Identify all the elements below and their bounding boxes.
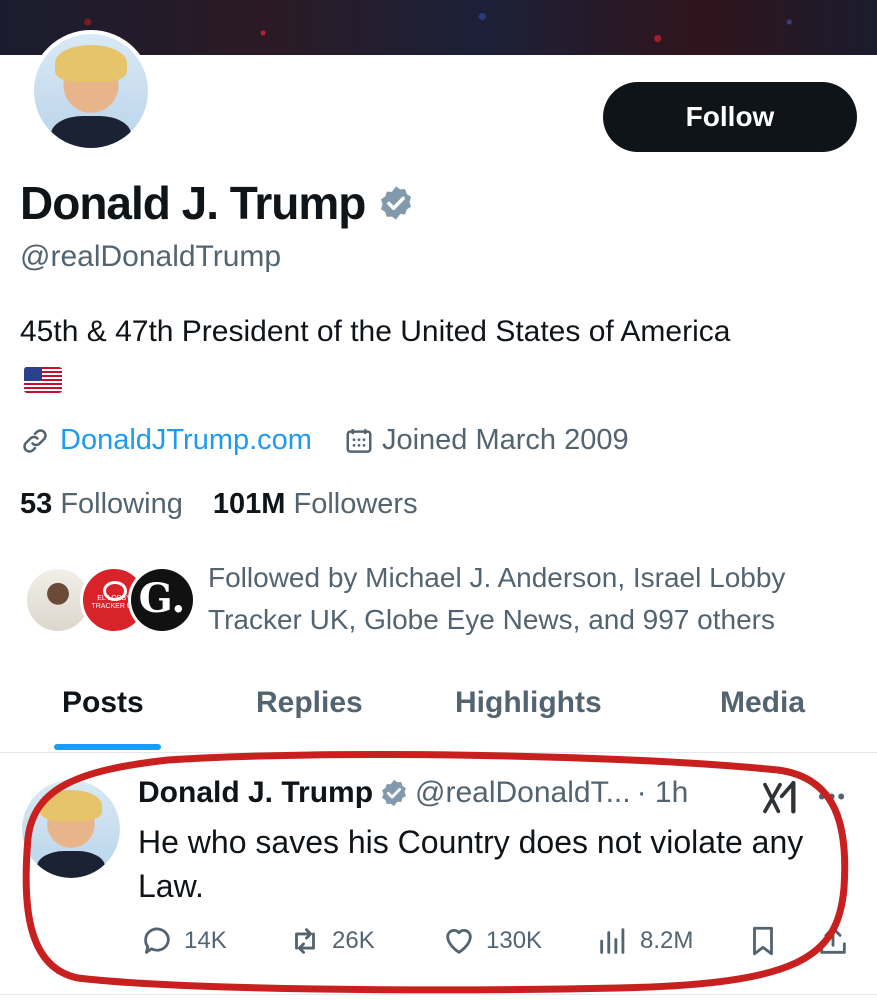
followers-label: Followers — [293, 488, 418, 520]
link-icon — [23, 428, 47, 453]
profile-bio: 45th & 47th President of the United Stat… — [20, 315, 731, 348]
profile-avatar[interactable] — [30, 30, 152, 152]
follower-avatar-3-letter: G. — [131, 569, 193, 631]
profile-website-link[interactable]: DonaldJTrump.com — [60, 424, 312, 457]
followers-count: 101M — [212, 488, 286, 520]
profile-handle: @realDonaldTrump — [20, 240, 282, 273]
follower-avatar-3: G. — [128, 566, 196, 634]
tab-highlights[interactable]: Highlights — [455, 686, 602, 720]
profile-avatar-image — [34, 34, 148, 148]
red-annotation-circle — [22, 751, 849, 994]
following-label: Following — [60, 488, 183, 520]
tab-posts[interactable]: Posts — [62, 686, 144, 720]
followed-by-text[interactable]: Followed by Michael J. Anderson, Israel … — [208, 557, 848, 641]
profile-stats: 53 Following 101M Followers — [20, 488, 418, 521]
calendar-icon — [346, 428, 372, 453]
post-divider — [0, 994, 877, 995]
profile-name-row: Donald J. Trump — [20, 176, 415, 230]
followers-link[interactable]: 101M Followers — [213, 488, 418, 520]
profile-meta: DonaldJTrump.com Joined March 2009 — [20, 424, 629, 457]
profile-tabs: Posts Replies Highlights Media — [0, 670, 877, 753]
following-count: 53 — [20, 488, 53, 520]
tab-media[interactable]: Media — [720, 686, 805, 720]
us-flag-icon — [24, 367, 62, 393]
followed-by-avatars[interactable]: EL LOBBY TRACKER UK G. — [24, 566, 196, 636]
profile-joined-date: Joined March 2009 — [381, 424, 629, 456]
follow-button[interactable]: Follow — [603, 82, 857, 152]
following-link[interactable]: 53 Following — [20, 488, 183, 520]
verified-badge-icon[interactable] — [377, 184, 415, 222]
profile-name: Donald J. Trump — [20, 177, 366, 229]
tab-replies[interactable]: Replies — [256, 686, 363, 720]
